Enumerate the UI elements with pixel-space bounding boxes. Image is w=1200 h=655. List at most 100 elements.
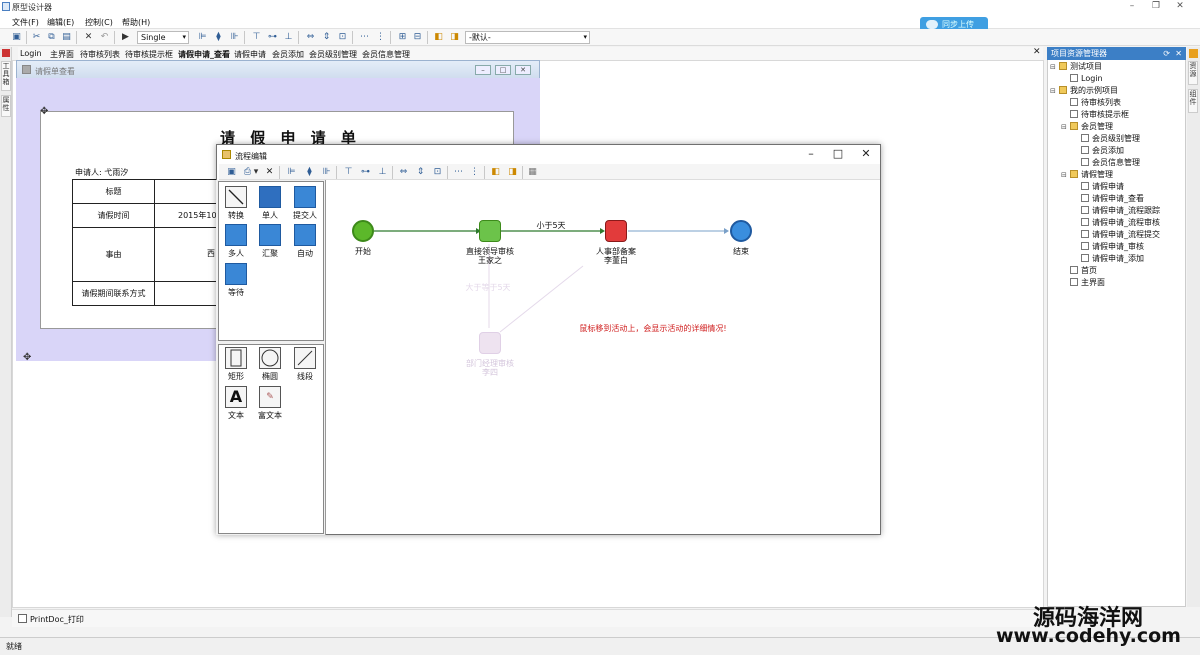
align-left-icon[interactable]: ⊫ bbox=[285, 166, 298, 179]
run-icon[interactable]: ▶ bbox=[119, 31, 132, 44]
minimize-icon[interactable]: – bbox=[1124, 1, 1140, 12]
send-back-icon[interactable]: ◨ bbox=[506, 166, 519, 179]
edge-dept-hr[interactable] bbox=[499, 265, 584, 333]
tree-toggle-icon[interactable]: ⊟ bbox=[1061, 169, 1070, 181]
menu-edit[interactable]: 编辑(E) bbox=[47, 17, 74, 28]
close-icon[interactable]: ✕ bbox=[1172, 1, 1188, 12]
align-center-icon[interactable]: ⧫ bbox=[303, 166, 316, 179]
save-icon[interactable]: ▣ bbox=[10, 31, 23, 44]
rich-text-tool-icon[interactable]: ✎ bbox=[259, 386, 281, 408]
auto-tool-icon[interactable] bbox=[294, 224, 316, 246]
same-width-icon[interactable]: ⇔ bbox=[304, 31, 317, 44]
move-handle-icon[interactable]: ✥ bbox=[40, 106, 48, 117]
copy-icon[interactable]: ⧉ bbox=[45, 31, 58, 44]
undo-icon[interactable]: ↶ bbox=[98, 31, 111, 44]
center-h-icon[interactable]: ⊞ bbox=[396, 31, 409, 44]
h-spacing-icon[interactable]: ⋯ bbox=[358, 31, 371, 44]
delete-icon[interactable]: ✕ bbox=[263, 166, 276, 179]
tree-item[interactable]: 请假申请 bbox=[1050, 181, 1184, 193]
multi-person-tool-icon[interactable] bbox=[225, 224, 247, 246]
align-top-icon[interactable]: ⊤ bbox=[342, 166, 355, 179]
tree-item[interactable]: ⊟ 请假管理 bbox=[1050, 169, 1184, 181]
paste-icon[interactable]: ▤ bbox=[60, 31, 73, 44]
tab-member-add[interactable]: 会员添加 bbox=[272, 49, 304, 60]
tab-pending-list[interactable]: 待审核列表 bbox=[80, 49, 120, 60]
h-spacing-icon[interactable]: ⋯ bbox=[452, 166, 465, 179]
tree-toggle-icon[interactable]: ⊟ bbox=[1061, 121, 1070, 133]
menu-control[interactable]: 控制(C) bbox=[85, 17, 113, 28]
resource-tab[interactable]: 资源 bbox=[1188, 61, 1198, 85]
menu-help[interactable]: 帮助(H) bbox=[122, 17, 150, 28]
maximize-icon[interactable]: □ bbox=[495, 65, 511, 75]
single-person-tool-icon[interactable] bbox=[259, 186, 281, 208]
submitter-tool-icon[interactable] bbox=[294, 186, 316, 208]
close-icon[interactable]: ✕ bbox=[857, 148, 875, 160]
dept-manager-node-icon[interactable] bbox=[479, 332, 501, 354]
tree-item[interactable]: 请假申请_流程跟踪 bbox=[1050, 205, 1184, 217]
line-tool-icon[interactable] bbox=[294, 347, 316, 369]
maximize-icon[interactable]: ❐ bbox=[1148, 1, 1164, 12]
same-width-icon[interactable]: ⇔ bbox=[397, 166, 410, 179]
tree-item[interactable]: 请假申请_流程审核 bbox=[1050, 217, 1184, 229]
toolbox-tab[interactable]: 工具箱 bbox=[1, 61, 11, 91]
wait-tool-icon[interactable] bbox=[225, 263, 247, 285]
mode-select[interactable]: Single ▾ bbox=[137, 31, 189, 44]
tab-pending-prompt[interactable]: 待审核提示框 bbox=[125, 49, 173, 60]
tree-toggle-icon[interactable]: ⊟ bbox=[1050, 61, 1059, 73]
tree-item[interactable]: 请假申请_查看 bbox=[1050, 193, 1184, 205]
text-tool-icon[interactable]: A bbox=[225, 386, 247, 408]
component-tab[interactable]: 组件 bbox=[1188, 89, 1198, 113]
print-doc-component[interactable]: PrintDoc_打印 bbox=[30, 614, 84, 625]
cut-icon[interactable]: ✂ bbox=[30, 31, 43, 44]
align-left-icon[interactable]: ⊫ bbox=[196, 31, 209, 44]
menu-file[interactable]: 文件(F) bbox=[12, 17, 39, 28]
hr-node-icon[interactable] bbox=[605, 220, 627, 242]
style-select[interactable]: -默认- ▾ bbox=[465, 31, 590, 44]
transition-tool-icon[interactable] bbox=[225, 186, 247, 208]
maximize-icon[interactable]: □ bbox=[829, 148, 847, 160]
align-middle-icon[interactable]: ⊶ bbox=[266, 31, 279, 44]
delete-icon[interactable]: ✕ bbox=[82, 31, 95, 44]
align-center-icon[interactable]: ⧫ bbox=[212, 31, 225, 44]
bring-front-icon[interactable]: ◧ bbox=[432, 31, 445, 44]
tab-leave-apply[interactable]: 请假申请 bbox=[234, 49, 266, 60]
tree-toggle-icon[interactable]: ⊟ bbox=[1050, 85, 1059, 97]
same-size-icon[interactable]: ⊡ bbox=[431, 166, 444, 179]
tab-leave-view[interactable]: 请假申请_查看 bbox=[178, 49, 230, 60]
end-node-icon[interactable] bbox=[730, 220, 752, 242]
bring-front-icon[interactable]: ◧ bbox=[489, 166, 502, 179]
align-right-icon[interactable]: ⊪ bbox=[228, 31, 241, 44]
same-height-icon[interactable]: ⇕ bbox=[414, 166, 427, 179]
tree-item[interactable]: 会员添加 bbox=[1050, 145, 1184, 157]
send-back-icon[interactable]: ◨ bbox=[448, 31, 461, 44]
align-right-icon[interactable]: ⊪ bbox=[320, 166, 333, 179]
row-title-value[interactable] bbox=[154, 179, 225, 204]
properties-tab[interactable]: 属性 bbox=[1, 95, 11, 117]
tree-item[interactable]: 首页 bbox=[1050, 265, 1184, 277]
ellipse-tool-icon[interactable] bbox=[259, 347, 281, 369]
tree-item[interactable]: 会员信息管理 bbox=[1050, 157, 1184, 169]
tree-item[interactable]: ⊟ 测试项目 bbox=[1050, 61, 1184, 73]
close-icon[interactable]: ✕ bbox=[1175, 47, 1182, 60]
rectangle-tool-icon[interactable] bbox=[225, 347, 247, 369]
tab-login[interactable]: Login bbox=[20, 49, 42, 58]
tree-item[interactable]: 请假申请_审核 bbox=[1050, 241, 1184, 253]
center-v-icon[interactable]: ⊟ bbox=[411, 31, 424, 44]
v-spacing-icon[interactable]: ⋮ bbox=[468, 166, 481, 179]
align-top-icon[interactable]: ⊤ bbox=[250, 31, 263, 44]
close-tab-icon[interactable]: ✕ bbox=[1033, 47, 1041, 57]
align-middle-icon[interactable]: ⊶ bbox=[359, 166, 372, 179]
tree-item[interactable]: ⊟ 我的示例项目 bbox=[1050, 85, 1184, 97]
same-size-icon[interactable]: ⊡ bbox=[336, 31, 349, 44]
minimize-icon[interactable]: – bbox=[475, 65, 491, 75]
tree-item[interactable]: 主界面 bbox=[1050, 277, 1184, 289]
align-bottom-icon[interactable]: ⊥ bbox=[282, 31, 295, 44]
tab-member-info[interactable]: 会员信息管理 bbox=[362, 49, 410, 60]
tree-item[interactable]: 会员级别管理 bbox=[1050, 133, 1184, 145]
close-icon[interactable]: ✕ bbox=[515, 65, 531, 75]
minimize-icon[interactable]: – bbox=[802, 148, 820, 160]
direct-manager-node-icon[interactable] bbox=[479, 220, 501, 242]
tree-item[interactable]: 请假申请_添加 bbox=[1050, 253, 1184, 265]
refresh-icon[interactable]: ⟳ bbox=[1163, 47, 1170, 60]
save-icon[interactable]: ▣ bbox=[225, 166, 238, 179]
